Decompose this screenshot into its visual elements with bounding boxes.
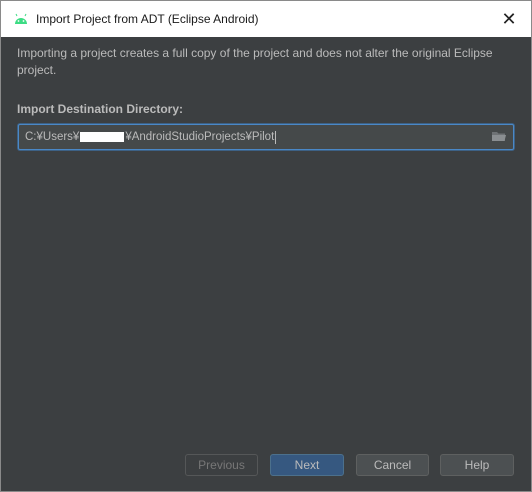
close-button[interactable]: ✕ bbox=[487, 1, 531, 37]
cancel-button[interactable]: Cancel bbox=[356, 454, 429, 476]
text-caret bbox=[275, 130, 277, 144]
next-button[interactable]: Next bbox=[270, 454, 344, 476]
folder-icon[interactable] bbox=[491, 129, 507, 143]
dialog-content: Importing a project creates a full copy … bbox=[1, 37, 531, 491]
window-title: Import Project from ADT (Eclipse Android… bbox=[36, 12, 259, 26]
previous-button[interactable]: Previous bbox=[185, 454, 258, 476]
android-icon bbox=[13, 12, 29, 26]
help-button[interactable]: Help bbox=[440, 454, 514, 476]
title-bar: Import Project from ADT (Eclipse Android… bbox=[1, 1, 531, 37]
destination-label: Import Destination Directory: bbox=[17, 102, 184, 116]
close-icon: ✕ bbox=[501, 8, 517, 29]
redacted-username bbox=[80, 132, 125, 142]
import-dialog: Import Project from ADT (Eclipse Android… bbox=[0, 0, 532, 492]
path-value[interactable]: C:¥Users¥ ¥AndroidStudioProjects¥Pilot bbox=[25, 130, 277, 144]
description-text: Importing a project creates a full copy … bbox=[17, 46, 493, 77]
destination-path-input[interactable]: C:¥Users¥ ¥AndroidStudioProjects¥Pilot bbox=[18, 124, 514, 150]
path-prefix: C:¥Users¥ bbox=[25, 131, 80, 143]
path-suffix: ¥AndroidStudioProjects¥Pilot bbox=[125, 131, 275, 143]
